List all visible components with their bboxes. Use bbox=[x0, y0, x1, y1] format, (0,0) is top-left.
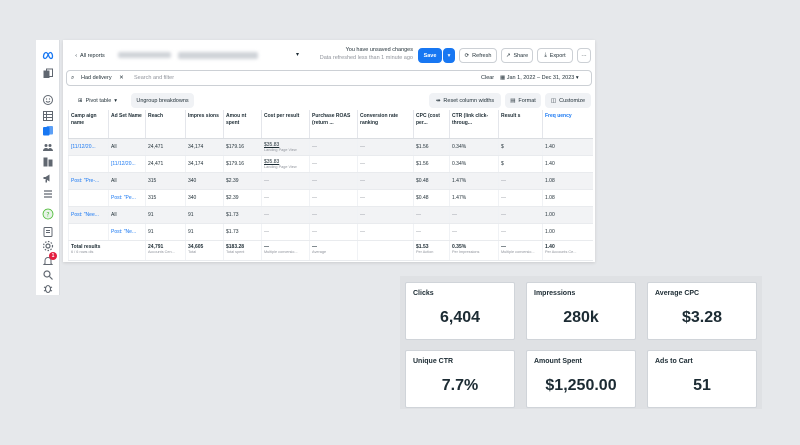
calendar-icon: ▦ bbox=[500, 75, 506, 81]
kpi-card-clicks[interactable]: Clicks 6,404 bbox=[405, 282, 515, 340]
refresh-icon: ⟳ bbox=[464, 52, 470, 59]
column-header[interactable]: Impres sions bbox=[185, 110, 224, 139]
search-icon[interactable] bbox=[42, 269, 54, 281]
column-header[interactable]: CPC (cost per... bbox=[413, 110, 450, 139]
kpi-card-impressions[interactable]: Impressions 280k bbox=[526, 282, 636, 340]
close-icon[interactable]: ✕ bbox=[119, 75, 124, 81]
pivot-icon: ⊞ bbox=[77, 97, 83, 104]
table-row[interactable]: Post: "Ne... 91 91 $1.73 — — — — — — 1.0… bbox=[68, 223, 593, 241]
kpi-card-ads-to-cart[interactable]: Ads to Cart 51 bbox=[647, 350, 757, 408]
columns-icon: ⇹ bbox=[435, 97, 441, 104]
format-button[interactable]: ▤ Format bbox=[505, 93, 541, 108]
format-icon: ▤ bbox=[510, 97, 516, 104]
chevron-down-icon: ▾ bbox=[575, 75, 579, 81]
pivot-table-button[interactable]: ⊞ Pivot table ▾ bbox=[70, 93, 125, 108]
left-nav-rail: ? 1 bbox=[36, 40, 60, 295]
table-total-row: Total results 6 / 6 rows dis 24,791 Accoun… bbox=[68, 240, 593, 261]
report-selector[interactable]: ▾ bbox=[178, 48, 299, 63]
kpi-card-average-cpc[interactable]: Average CPC $3.28 bbox=[647, 282, 757, 340]
kpi-card-panel: Clicks 6,404 Impressions 280k Average CP… bbox=[400, 276, 762, 409]
help-icon[interactable]: ? bbox=[42, 208, 54, 220]
column-header[interactable]: Conversion rate ranking bbox=[357, 110, 414, 139]
megaphone-icon[interactable] bbox=[42, 172, 54, 184]
clear-button[interactable]: Clear bbox=[481, 75, 494, 81]
table-row[interactable]: [11/12/20... All 24,471 34,174 $179.16 $… bbox=[68, 138, 593, 156]
chevron-down-icon: ▾ bbox=[447, 52, 451, 59]
column-header[interactable]: Camp aign name bbox=[68, 110, 109, 139]
report-name-blurred[interactable] bbox=[118, 52, 171, 58]
refresh-button[interactable]: ⟳ Refresh bbox=[459, 48, 497, 63]
unsaved-status: You have unsaved changes Data refreshed … bbox=[319, 47, 413, 61]
column-header[interactable]: Reach bbox=[145, 110, 186, 139]
filter-chip[interactable]: Had delivery ✕ bbox=[81, 75, 124, 81]
grid-icon[interactable] bbox=[42, 110, 54, 122]
table-row[interactable]: Post: "Pe... 315 340 $2.39 — — — $0.48 1… bbox=[68, 189, 593, 207]
table-row[interactable]: [11/12/20... 24,471 34,174 $179.16 $35.8… bbox=[68, 155, 593, 173]
column-header[interactable]: Cost per result bbox=[261, 110, 310, 139]
smiley-icon[interactable] bbox=[42, 94, 54, 106]
svg-text:?: ? bbox=[46, 211, 49, 218]
column-header[interactable]: CTR (link click-throug... bbox=[449, 110, 499, 139]
search-icon: ⌕ bbox=[71, 75, 75, 81]
back-button[interactable]: ‹ All reports bbox=[67, 48, 113, 63]
column-header[interactable]: Ad Set Name bbox=[108, 110, 146, 139]
download-icon: ⤓ bbox=[544, 52, 547, 58]
ungroup-breakdowns-button[interactable]: Ungroup breakdowns bbox=[131, 93, 194, 108]
column-header[interactable]: Amou nt spent bbox=[223, 110, 262, 139]
report-table: Camp aign name Ad Set Name Reach Impres … bbox=[68, 110, 593, 261]
table-row[interactable]: Post: "Nee... All 91 91 $1.73 — — — — — … bbox=[68, 206, 593, 224]
chevron-down-icon: ▾ bbox=[295, 52, 299, 58]
export-button[interactable]: ⤓ Export bbox=[537, 48, 573, 63]
save-options-button[interactable]: ▾ bbox=[443, 48, 455, 63]
settings-icon[interactable] bbox=[42, 240, 54, 252]
menu-icon[interactable] bbox=[42, 188, 54, 200]
bug-icon[interactable] bbox=[42, 282, 54, 294]
filter-bar[interactable]: ⌕ Had delivery ✕ Search and filter Clear… bbox=[66, 70, 592, 86]
audience-icon[interactable] bbox=[42, 141, 54, 153]
search-input[interactable]: Search and filter bbox=[134, 75, 174, 81]
kpi-card-amount-spent[interactable]: Amount Spent $1,250.00 bbox=[526, 350, 636, 408]
report-header: ‹ All reports ▾ You have unsaved changes… bbox=[63, 40, 595, 70]
customize-icon: ◫ bbox=[550, 97, 557, 104]
pages-icon[interactable] bbox=[42, 68, 54, 80]
chevron-down-icon: ▾ bbox=[114, 97, 118, 104]
save-button[interactable]: Save bbox=[418, 48, 442, 63]
kpi-card-unique-ctr[interactable]: Unique CTR 7.7% bbox=[405, 350, 515, 408]
table-row[interactable]: Post: "Pre-... All 315 340 $2.39 — — — $… bbox=[68, 172, 593, 190]
chevron-left-icon: ‹ bbox=[75, 52, 78, 59]
reports-icon[interactable] bbox=[42, 125, 54, 137]
meta-logo-icon[interactable] bbox=[42, 49, 54, 61]
reset-column-widths-button[interactable]: ⇹ Reset column widths bbox=[429, 93, 501, 108]
share-button[interactable]: ↗ Share bbox=[501, 48, 533, 63]
library-icon[interactable] bbox=[42, 156, 54, 168]
table-header-row: Camp aign name Ad Set Name Reach Impres … bbox=[68, 110, 593, 139]
column-header[interactable]: Purchase ROAS (return ... bbox=[309, 110, 358, 139]
column-header[interactable]: Freq uency bbox=[542, 110, 593, 139]
share-icon: ↗ bbox=[505, 52, 511, 59]
customize-button[interactable]: ◫ Customize bbox=[545, 93, 591, 108]
table-toolbar: ⊞ Pivot table ▾ Ungroup breakdowns ⇹ Res… bbox=[63, 92, 595, 108]
ads-report-window: ‹ All reports ▾ You have unsaved changes… bbox=[63, 40, 595, 262]
notification-badge: 1 bbox=[49, 252, 57, 260]
column-header[interactable]: Result s bbox=[498, 110, 543, 139]
date-range-picker[interactable]: ▦ Jan 1, 2022 – Dec 31, 2023 ▾ bbox=[500, 75, 579, 81]
more-button[interactable]: ··· bbox=[577, 48, 591, 63]
document-icon[interactable] bbox=[42, 226, 54, 238]
